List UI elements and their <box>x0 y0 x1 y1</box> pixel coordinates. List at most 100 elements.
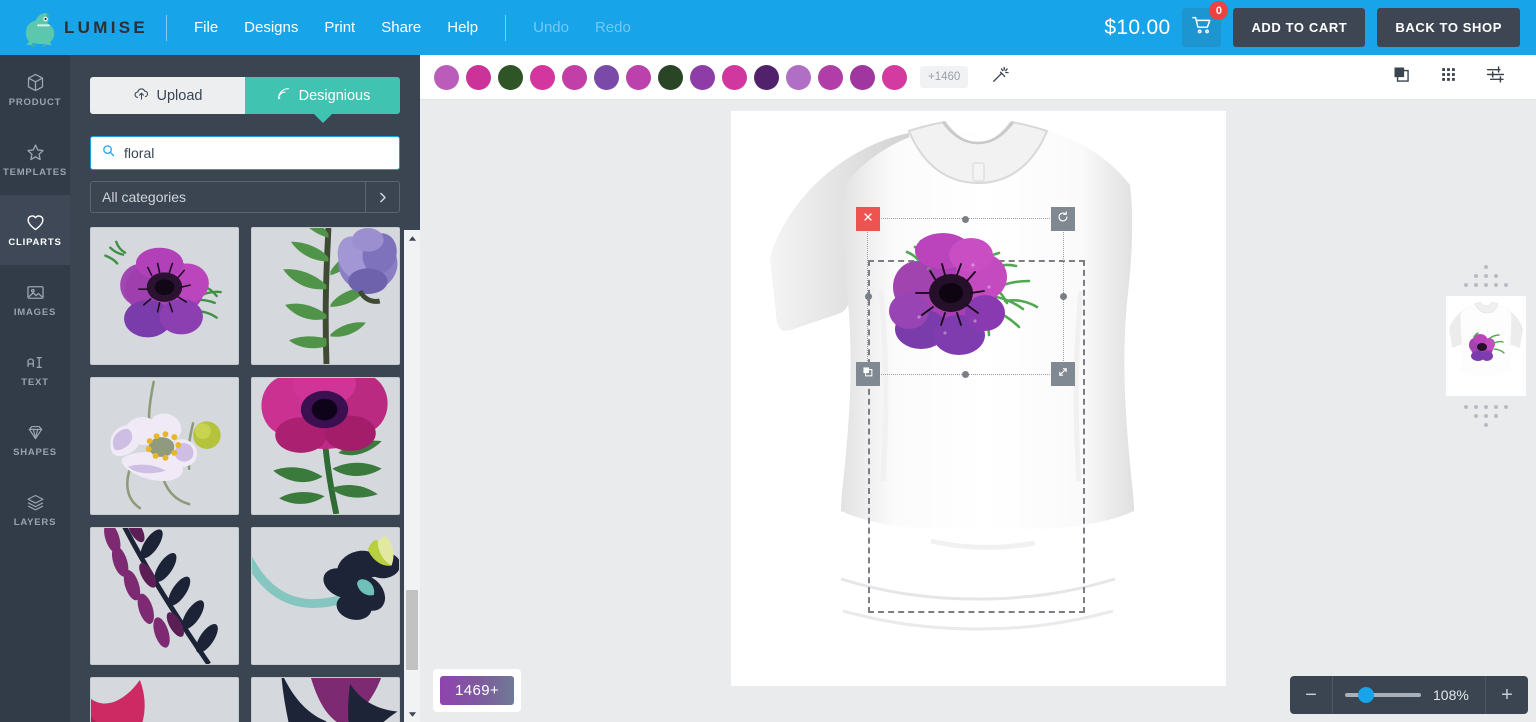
triangle-down-icon[interactable] <box>404 706 420 722</box>
rotate-handle[interactable] <box>1051 207 1075 231</box>
menu-item-file[interactable]: File <box>181 13 231 42</box>
color-swatch-14[interactable] <box>850 64 875 90</box>
diamond-icon <box>25 422 46 443</box>
clipart-thumb-lavender-anemone-bud[interactable] <box>251 227 400 365</box>
color-swatch-11[interactable] <box>754 64 779 90</box>
rail-label-layers: LAYERS <box>13 517 57 528</box>
header-divider-1 <box>166 14 167 41</box>
clipart-thumb-magenta-anemone-bloom[interactable] <box>251 377 400 515</box>
layers-icon <box>25 492 46 513</box>
rail-item-templates[interactable]: TEMPLATES <box>0 125 70 195</box>
cart-count-badge: 0 <box>1209 1 1229 20</box>
color-swatch-10[interactable] <box>722 64 747 90</box>
clipart-thumb-pale-lilac-windflower[interactable] <box>90 377 239 515</box>
rotate-icon <box>1056 210 1070 229</box>
category-select[interactable]: All categories <box>90 181 400 213</box>
clipart-scrollbar[interactable] <box>404 230 420 722</box>
close-icon <box>862 210 874 228</box>
clipart-thumb-navy-purple-tulip[interactable] <box>251 677 400 722</box>
rss-icon <box>275 85 292 106</box>
settings-sliders-icon[interactable] <box>1485 64 1506 90</box>
rail-label-cliparts: CLIPARTS <box>8 237 62 248</box>
zoom-slider-knob[interactable] <box>1358 687 1375 703</box>
duplicate-handle[interactable] <box>856 362 880 386</box>
scrollbar-thumb[interactable] <box>406 590 418 670</box>
color-swatch-3[interactable] <box>498 64 523 90</box>
magic-wand-icon[interactable] <box>990 65 1010 90</box>
zoom-control: − 108% + <box>1290 676 1528 714</box>
rail-item-layers[interactable]: LAYERS <box>0 475 70 545</box>
heart-icon <box>25 212 46 233</box>
brand-logo-area[interactable]: LUMISE <box>0 6 152 50</box>
undo-button[interactable]: Undo <box>520 13 582 42</box>
color-swatch-15[interactable] <box>882 64 907 90</box>
cliparts-panel: Upload Designious floral All categories <box>70 55 420 722</box>
more-colors-button[interactable]: +1460 <box>920 66 969 88</box>
color-swatch-2[interactable] <box>466 64 491 90</box>
color-swatch-4[interactable] <box>530 64 555 90</box>
back-to-shop-button[interactable]: BACK TO SHOP <box>1377 8 1520 47</box>
color-swatch-13[interactable] <box>818 64 843 90</box>
color-swatch-1[interactable] <box>434 64 459 90</box>
resize-handle[interactable] <box>1051 362 1075 386</box>
menu-item-print[interactable]: Print <box>311 13 368 42</box>
menu-item-help[interactable]: Help <box>434 13 491 42</box>
tab-upload-label: Upload <box>156 87 203 104</box>
color-swatch-7[interactable] <box>626 64 651 90</box>
text-cursor-icon <box>25 352 46 373</box>
search-box[interactable] <box>90 136 400 170</box>
cloud-upload-icon <box>133 85 150 106</box>
rail-label-templates: TEMPLATES <box>2 167 68 178</box>
zoom-slider-area: 108% <box>1333 687 1485 703</box>
zoom-in-button[interactable]: + <box>1486 676 1528 714</box>
delete-handle[interactable] <box>856 207 880 231</box>
total-price: $10.00 <box>1104 15 1171 39</box>
rail-item-images[interactable]: IMAGES <box>0 265 70 335</box>
color-swatch-8[interactable] <box>658 64 683 90</box>
color-swatch-5[interactable] <box>562 64 587 90</box>
clipart-grid <box>90 227 400 722</box>
rail-item-cliparts[interactable]: CLIPARTS <box>0 195 70 265</box>
menu-item-designs[interactable]: Designs <box>231 13 311 42</box>
category-row: All categories <box>70 170 420 213</box>
preview-column <box>1436 265 1536 427</box>
tab-designious[interactable]: Designious <box>245 77 400 123</box>
color-swatch-6[interactable] <box>594 64 619 90</box>
tab-upload[interactable]: Upload <box>90 77 245 114</box>
rail-item-product[interactable]: PRODUCT <box>0 55 70 125</box>
selection-dot-top <box>962 215 969 223</box>
search-input[interactable] <box>124 145 389 161</box>
artwork-purple-anemone-flower[interactable] <box>879 225 1054 370</box>
designs-count-badge[interactable]: 1469+ <box>440 676 515 705</box>
zoom-slider[interactable] <box>1345 687 1421 703</box>
menu-item-share[interactable]: Share <box>368 13 434 42</box>
color-swatch-9[interactable] <box>690 64 715 90</box>
redo-button[interactable]: Redo <box>582 13 644 42</box>
header-divider-2 <box>505 14 507 41</box>
zoom-out-button[interactable]: − <box>1290 676 1332 714</box>
main-menu: File Designs Print Share Help <box>181 13 491 42</box>
clipart-thumb-navy-flower-swirl[interactable] <box>251 527 400 665</box>
left-tool-rail: PRODUCT TEMPLATES CLIPARTS IMAGES TEXT S… <box>0 55 70 722</box>
triangle-up-icon[interactable] <box>404 230 420 246</box>
canvas-toolbar-right <box>1391 64 1522 90</box>
clipart-thumb-purple-anemone-flower[interactable] <box>90 227 239 365</box>
dinosaur-logo-icon <box>16 6 60 50</box>
clipart-thumb-purple-leaf-branch[interactable] <box>90 527 239 665</box>
add-to-cart-button[interactable]: ADD TO CART <box>1233 8 1366 47</box>
tshirt-front-preview[interactable] <box>1446 296 1526 396</box>
rail-label-images: IMAGES <box>13 307 57 318</box>
category-label: All categories <box>102 189 187 205</box>
clipart-thumb-crimson-abstract-petal[interactable] <box>90 677 239 722</box>
copy-icon <box>861 365 875 384</box>
rail-item-text[interactable]: TEXT <box>0 335 70 405</box>
designs-count-badge-wrap: 1469+ <box>433 669 522 712</box>
search-row <box>70 114 420 170</box>
chevron-right-icon[interactable] <box>365 182 399 212</box>
resize-diagonal-icon <box>1056 365 1070 384</box>
color-swatch-12[interactable] <box>786 64 811 90</box>
grid-view-icon[interactable] <box>1439 65 1458 89</box>
preview-dots-bottom <box>1436 405 1536 427</box>
duplicate-layer-icon[interactable] <box>1391 64 1412 90</box>
rail-item-shapes[interactable]: SHAPES <box>0 405 70 475</box>
